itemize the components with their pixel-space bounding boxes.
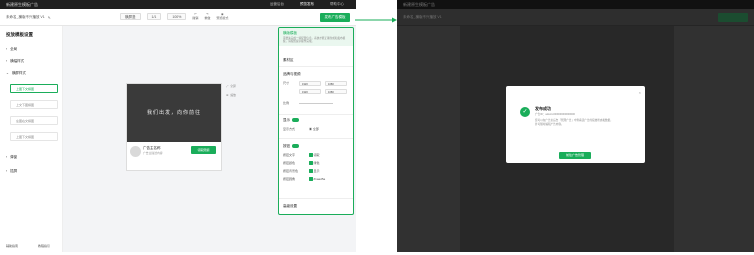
success-check-icon: ✓ xyxy=(520,107,530,117)
go-to-ad-management-button[interactable]: 前往广告管理 xyxy=(559,152,591,159)
btn-color-check[interactable]: 绿色 xyxy=(309,160,339,166)
sidebar-subitem[interactable]: 上图下文横图 xyxy=(10,132,58,141)
undo-button[interactable]: ↶ 撤销 xyxy=(192,12,198,20)
publish-result-frame: 新建原生模板广告 未命名_横版不兴播放 V1 × ✓ 发布成功 广告ID：adu… xyxy=(397,0,754,252)
zoom-select[interactable]: 100% xyxy=(167,13,187,20)
editor-frame: 新建原生模板广告 运营后台 预览发布 帮助中心 未命名_横版不兴播放 V1 ✎ … xyxy=(0,0,356,252)
sidebar-item-banner[interactable]: › 横幅样式 xyxy=(6,56,24,66)
dialog-title: 发布成功 xyxy=(535,106,551,111)
width-input-2[interactable]: 1920 xyxy=(299,89,321,94)
ad-preview[interactable]: 我们出发，向你前往 广告主名称 广告主描述内容 领取限额 xyxy=(126,83,222,171)
sidebar-subitem[interactable]: 左图右文横图 xyxy=(10,116,58,125)
section-advanced[interactable]: 高级设置 xyxy=(283,204,297,209)
video-area[interactable]: 我们出发，向你前往 xyxy=(127,84,221,142)
chevron-right-icon: › xyxy=(6,47,8,51)
section-button[interactable]: 按钮 xyxy=(283,144,299,149)
radio-icon: ◉ xyxy=(309,127,313,131)
btn-text-check[interactable]: 领取 xyxy=(309,152,339,158)
publish-button[interactable]: 发布广告模板 xyxy=(320,13,350,22)
btn-bg-check[interactable]: 显示 xyxy=(309,168,339,174)
doc-title: 未命名_横版不兴播放 V1 xyxy=(6,15,45,19)
advertiser-logo xyxy=(130,146,141,157)
page-select[interactable]: 1/1 xyxy=(146,13,162,20)
sidebar-item-interstitial[interactable]: › 插屏 xyxy=(6,166,17,176)
chevron-right-icon: › xyxy=(6,59,8,63)
chevron-right-icon: › xyxy=(6,169,8,173)
button-toggle[interactable] xyxy=(292,144,299,148)
toolbar: 未命名_横版不兴播放 V1 ✎ 横屏竖 1/1 100% ↶ 撤销 ↷ 重做 ◉ 预览… xyxy=(0,9,356,26)
ad-info-bar: 广告主名称 广告主描述内容 领取限额 xyxy=(127,142,221,170)
sidebar-subitem[interactable]: 上文下图横图 xyxy=(10,100,58,109)
arrow-right-icon xyxy=(355,17,397,23)
tab-ops[interactable]: 运营后台 xyxy=(264,0,290,9)
ad-cta-button[interactable]: 领取限额 xyxy=(191,146,216,154)
zoom-toggle[interactable]: ⊕ 缩放 xyxy=(226,93,236,97)
chevron-right-icon: › xyxy=(6,155,8,159)
close-icon[interactable]: × xyxy=(639,90,641,95)
sidebar-item-global[interactable]: › 全局 xyxy=(6,44,17,54)
chevron-down-icon: ⌄ xyxy=(6,71,9,75)
advertiser-desc: 广告主描述内容 xyxy=(143,151,163,155)
btn-radius-value[interactable]: #1aad5a xyxy=(309,176,339,182)
ratio-slider[interactable] xyxy=(299,103,333,104)
canvas: 我们出发，向你前往 广告主名称 广告主描述内容 领取限额 ⤢ 全屏 ⊕ 缩放 xyxy=(63,26,277,252)
display-mode-radio[interactable]: ◉ 全部 xyxy=(309,126,339,132)
redo-button[interactable]: ↷ 重做 xyxy=(204,12,210,20)
sidebar: 投放模板设置 › 全局 › 横幅样式 ⌄ 横屏样式 上图下文横图 上文下图横图 左图右… xyxy=(0,26,63,252)
width-input[interactable]: 1920 xyxy=(299,81,321,86)
height-input-2[interactable]: 1080 xyxy=(325,89,347,94)
dialog-description: 您可以在广告主后台「管理广告」中查看该广告的投放状态和数据，并可随时编辑广告内容… xyxy=(535,119,613,126)
sidebar-subitem[interactable]: 上图下文横图 xyxy=(10,84,58,93)
section-display[interactable]: 显示 xyxy=(283,118,299,123)
edit-icon[interactable]: ✎ xyxy=(48,16,51,20)
sidebar-item-popup[interactable]: › 弹窗 xyxy=(6,152,17,162)
sidebar-title: 投放模板设置 xyxy=(6,32,33,37)
section-brand[interactable]: 品牌与视频 xyxy=(283,72,301,77)
fullscreen-toggle[interactable]: ⤢ 全屏 xyxy=(226,84,236,88)
device-select[interactable]: 横屏竖 xyxy=(120,13,141,20)
dialog-adunit-id: 广告ID：adunit-000000000000000 xyxy=(535,113,575,116)
settings-panel: 横版模板 需要先完成一些配置信息，系统才能正确生成和发布模板，请按照提示操作完成… xyxy=(278,27,354,215)
window-title: 新建原生模板广告 xyxy=(6,2,38,7)
panel-header: 横版模板 需要先完成一些配置信息，系统才能正确生成和发布模板，请按照提示操作完成… xyxy=(279,28,353,46)
tab-publish[interactable]: 预览发布 xyxy=(294,0,320,9)
guide-link[interactable]: 辅助指南 xyxy=(6,244,18,248)
sidebar-item-landscape[interactable]: ⌄ 横屏样式 xyxy=(6,68,26,78)
tab-help[interactable]: 帮助中心 xyxy=(324,0,350,9)
titlebar: 新建原生模板广告 运营后台 预览发布 帮助中心 xyxy=(0,0,356,9)
zoom-icon: ⊕ xyxy=(226,93,229,97)
expand-icon: ⤢ xyxy=(226,84,229,88)
section-material[interactable]: 素材区 xyxy=(283,58,294,63)
preview-button[interactable]: ◉ 预览模式 xyxy=(216,12,228,20)
height-input[interactable]: 1080 xyxy=(325,81,347,86)
publish-success-dialog: × ✓ 发布成功 广告ID：adunit-000000000000000 您可以… xyxy=(506,86,645,163)
display-toggle[interactable] xyxy=(292,118,299,122)
tutorial-link[interactable]: 教程指引 xyxy=(38,244,50,248)
